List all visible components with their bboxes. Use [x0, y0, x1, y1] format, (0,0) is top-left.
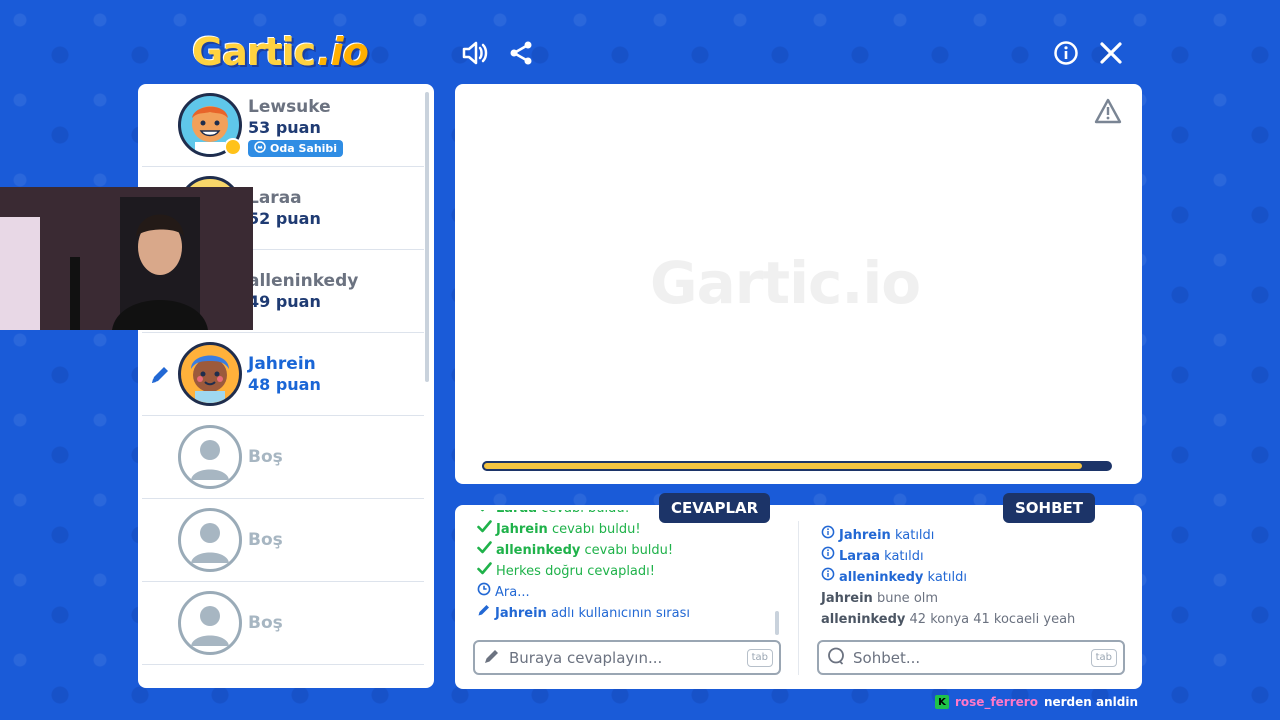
- message-row: alleninkedy katıldı: [821, 567, 1075, 588]
- webcam-overlay: [0, 187, 253, 330]
- drawing-canvas[interactable]: Gartic.io: [455, 84, 1142, 484]
- chat-title: SOHBET: [1003, 493, 1096, 523]
- round-timer-fill: [482, 461, 1084, 471]
- message-user: Jahrein: [495, 606, 547, 621]
- chat-list: Jahrein katıldı Laraa katıldı alleninkedy …: [821, 525, 1075, 630]
- player-name: Laraa: [248, 188, 302, 208]
- pencil-icon: [483, 647, 501, 669]
- player-name: alleninkedy: [248, 271, 359, 291]
- message-text: bune olm: [876, 591, 939, 606]
- chat-bubble-icon: [827, 647, 845, 669]
- stream-chat-user: rose_ferrero: [955, 695, 1038, 709]
- clock-icon: [477, 582, 491, 603]
- player-name: Boş: [248, 613, 283, 633]
- check-icon: [477, 561, 492, 582]
- room-owner-badge: Oda Sahibi: [248, 140, 344, 157]
- check-icon: [477, 519, 492, 540]
- empty-avatar-icon: [178, 508, 242, 572]
- message-text: katıldı: [927, 570, 967, 585]
- close-icon[interactable]: [1096, 38, 1126, 68]
- info-icon[interactable]: [1051, 38, 1081, 68]
- player-name: Jahrein: [248, 354, 316, 374]
- chat-area: CEVAPLAR SOHBET Laraa cevabı buldu!Jahre…: [455, 493, 1142, 689]
- message-text: 42 konya 41 kocaeli yeah: [909, 612, 1076, 627]
- player-points: 52 puan: [248, 209, 321, 228]
- player-slot-empty: Boş: [142, 416, 424, 499]
- empty-avatar-icon: [178, 425, 242, 489]
- stream-chat-overlay: K rose_ferrero nerden anldin: [935, 695, 1138, 709]
- message-text: cevabı buldu!: [584, 543, 674, 558]
- message-row: Ara...: [477, 582, 690, 603]
- player-name: Boş: [248, 530, 283, 550]
- players-panel: Lewsuke 53 puan Oda Sahibi Laraa 52 puan: [138, 84, 434, 688]
- check-icon: [477, 510, 492, 519]
- message-text: katıldı: [884, 549, 924, 564]
- round-timer-bar: [482, 461, 1112, 471]
- message-row: alleninkedy cevabı buldu!: [477, 540, 690, 561]
- owner-indicator-icon: [224, 138, 242, 156]
- message-row: Jahrein cevabı buldu!: [477, 519, 690, 540]
- message-user: alleninkedy: [821, 612, 906, 627]
- empty-avatar-icon: [178, 591, 242, 655]
- message-text: cevabı buldu!: [541, 510, 630, 516]
- avatar: [178, 342, 242, 406]
- message-text: cevabı buldu!: [551, 522, 641, 537]
- tab-key-hint: tab: [746, 648, 773, 667]
- message-user: Laraa: [839, 549, 881, 564]
- player-slot-empty: Boş: [142, 499, 424, 582]
- pencil-icon: [148, 363, 172, 387]
- answer-input-box[interactable]: tab: [473, 640, 781, 675]
- player-slot-empty: Boş: [142, 582, 424, 665]
- canvas-watermark: Gartic.io: [650, 249, 921, 317]
- info-icon: [821, 546, 835, 567]
- message-row: Jahrein bune olm: [821, 588, 1075, 609]
- report-warning-icon[interactable]: [1094, 98, 1122, 124]
- player-item-drawing[interactable]: Jahrein 48 puan: [142, 333, 424, 416]
- message-text: adlı kullanıcının sırası: [550, 606, 690, 621]
- player-name: Boş: [248, 447, 283, 467]
- player-points: 49 puan: [248, 292, 321, 311]
- chat-input[interactable]: [853, 648, 1083, 667]
- stream-chat-message: nerden anldin: [1043, 695, 1139, 709]
- message-row: Jahrein adlı kullanıcının sırası: [477, 603, 690, 624]
- player-item[interactable]: Lewsuke 53 puan Oda Sahibi: [142, 84, 424, 167]
- pencil-icon: [477, 603, 491, 624]
- sound-icon[interactable]: [460, 38, 490, 68]
- share-icon[interactable]: [506, 38, 536, 68]
- tab-key-hint: tab: [1090, 648, 1117, 667]
- player-list: Lewsuke 53 puan Oda Sahibi Laraa 52 puan: [138, 84, 428, 688]
- check-icon: [477, 540, 492, 561]
- info-icon: [821, 525, 835, 546]
- player-name: Lewsuke: [248, 97, 331, 117]
- message-text: katıldı: [894, 528, 935, 543]
- message-row: Laraa katıldı: [821, 546, 1075, 567]
- message-row: Laraa cevabı buldu!: [477, 510, 690, 519]
- divider: [798, 521, 799, 675]
- message-user: Jahrein: [821, 591, 873, 606]
- message-user: alleninkedy: [496, 543, 581, 558]
- answers-list: Laraa cevabı buldu!Jahrein cevabı buldu!…: [477, 510, 690, 638]
- message-row: Herkes doğru cevapladı!: [477, 561, 690, 582]
- message-user: alleninkedy: [839, 570, 924, 585]
- chat-input-box[interactable]: tab: [817, 640, 1125, 675]
- message-user: Laraa: [496, 510, 537, 516]
- message-text: Ara...: [495, 585, 530, 600]
- info-icon: [821, 567, 835, 588]
- message-row: alleninkedy 42 konya 41 kocaeli yeah: [821, 609, 1075, 630]
- message-text: Herkes doğru cevapladı!: [496, 564, 655, 579]
- crown-icon: [254, 141, 266, 156]
- player-points: 48 puan: [248, 375, 321, 394]
- answers-scrollbar[interactable]: [775, 611, 779, 635]
- gartic-logo: Gartic .io: [192, 30, 369, 74]
- answer-input[interactable]: [509, 648, 739, 667]
- message-user: Jahrein: [496, 522, 548, 537]
- message-user: Jahrein: [839, 528, 891, 543]
- message-row: Jahrein katıldı: [821, 525, 1075, 546]
- player-points: 53 puan: [248, 118, 321, 137]
- player-list-scrollbar[interactable]: [425, 92, 429, 382]
- subscriber-badge-icon: K: [935, 695, 949, 709]
